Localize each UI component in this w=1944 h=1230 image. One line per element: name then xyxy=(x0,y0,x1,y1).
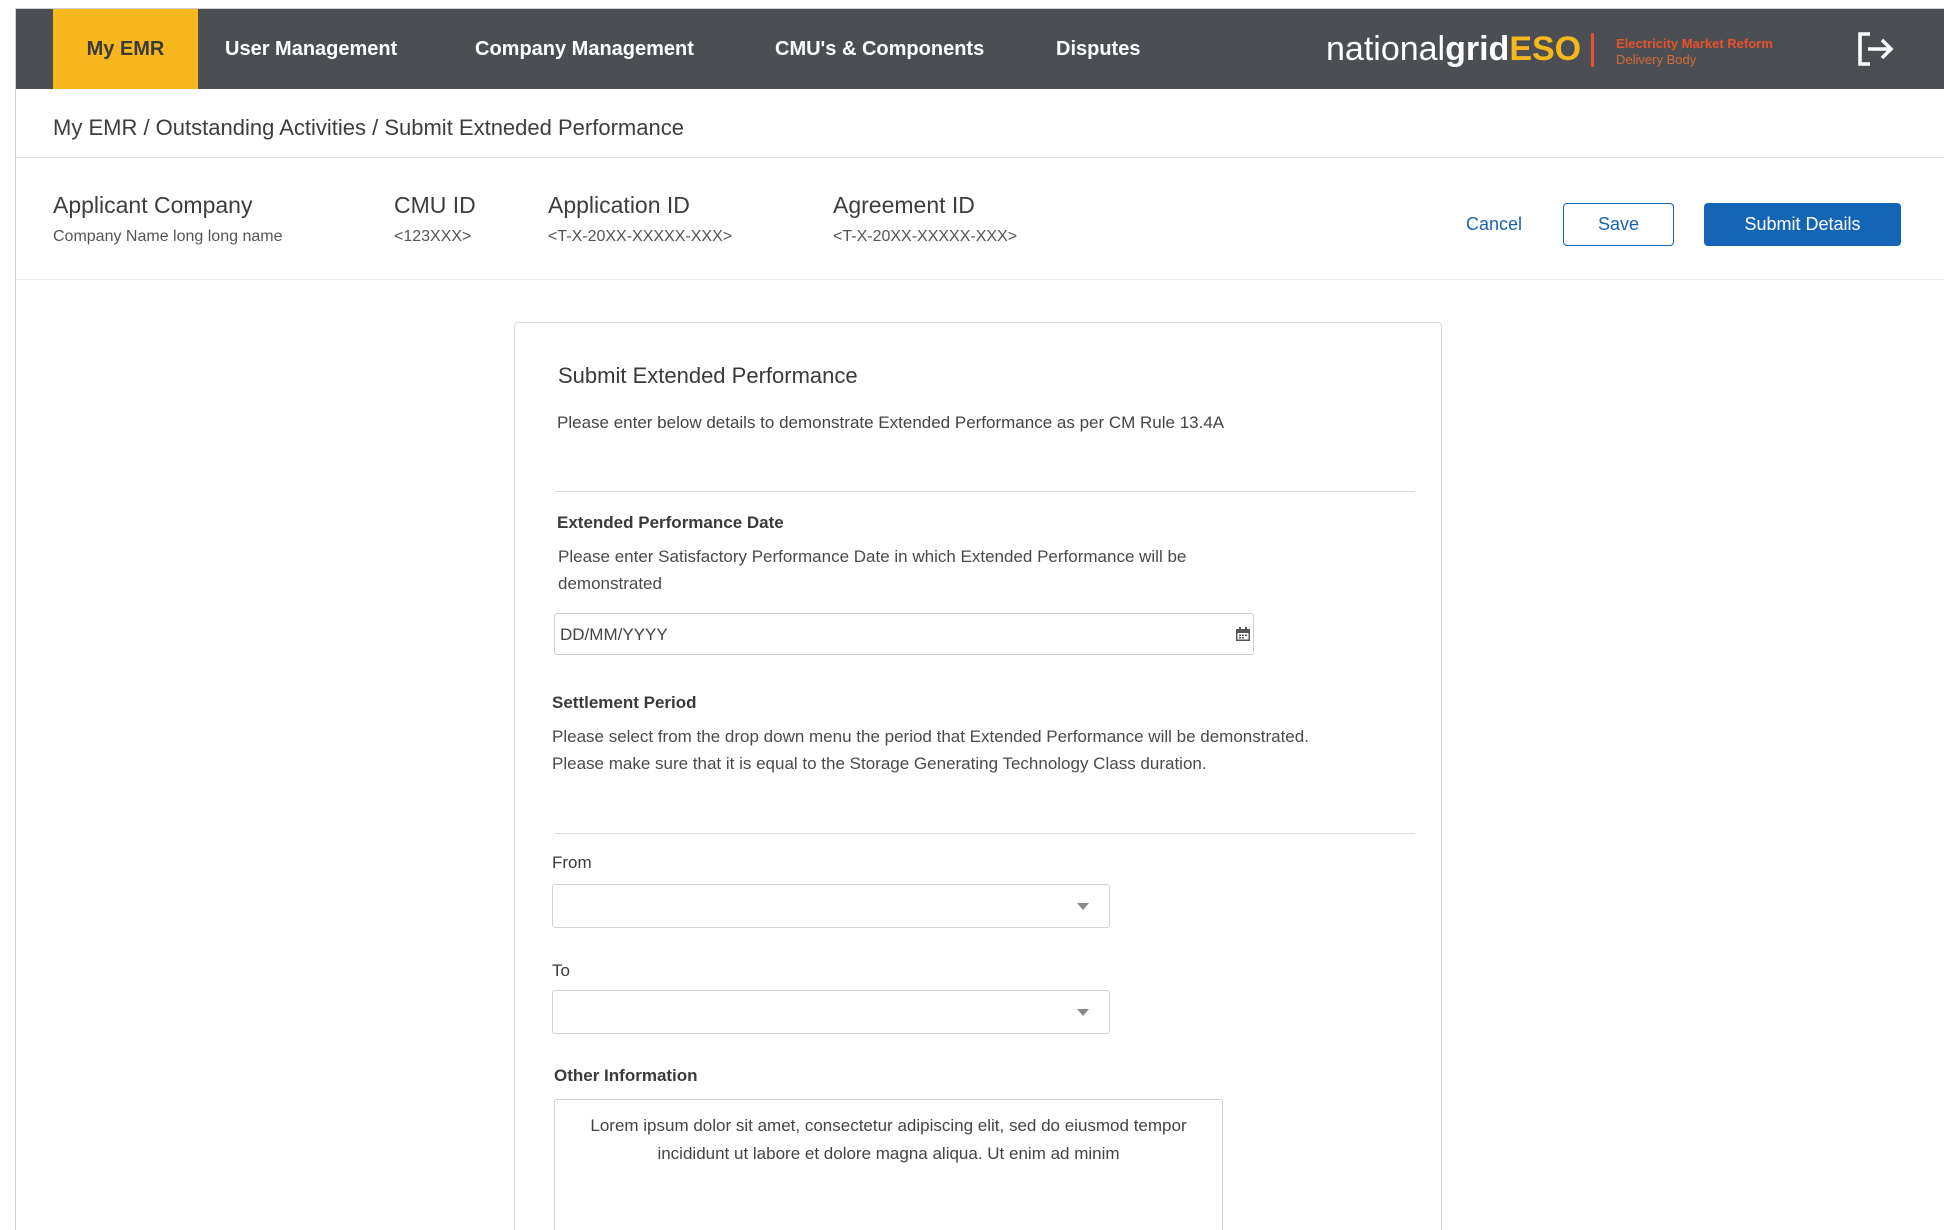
breadcrumb[interactable]: My EMR / Outstanding Activities / Submit… xyxy=(53,115,684,141)
logo-subtitle-line2: Delivery Body xyxy=(1616,52,1697,67)
form-title: Submit Extended Performance xyxy=(558,363,858,388)
from-label: From xyxy=(552,853,592,872)
header-divider xyxy=(16,279,1944,280)
form-divider-1 xyxy=(555,491,1415,492)
nav-item-user-management[interactable]: User Management xyxy=(225,9,397,89)
calendar-icon[interactable] xyxy=(1235,626,1251,642)
to-select[interactable] xyxy=(552,990,1110,1034)
cmu-id-value: <123XXX> xyxy=(394,228,472,245)
national-grid-eso-logo: nationalgridESO xyxy=(1326,9,1581,89)
agreement-id-label: Agreement ID xyxy=(833,192,975,218)
cmu-id-label: CMU ID xyxy=(394,192,476,218)
logo-divider xyxy=(1591,33,1594,67)
settlement-period-title: Settlement Period xyxy=(552,693,697,712)
to-label: To xyxy=(552,961,570,980)
extended-performance-date-title: Extended Performance Date xyxy=(557,513,784,532)
chevron-down-icon xyxy=(1077,1009,1089,1016)
logo-subtitle: Electricity Market Reform Delivery Body xyxy=(1616,36,1773,68)
applicant-company-label: Applicant Company xyxy=(53,192,253,218)
app-frame: My EMR User Management Company Managemen… xyxy=(0,0,1944,1230)
from-select[interactable] xyxy=(552,884,1110,928)
other-information-textarea[interactable]: Lorem ipsum dolor sit amet, consectetur … xyxy=(554,1099,1223,1230)
form-intro: Please enter below details to demonstrat… xyxy=(557,413,1225,432)
cancel-link[interactable]: Cancel xyxy=(1466,214,1522,235)
logout-icon[interactable] xyxy=(1854,29,1898,69)
application-id-value: <T-X-20XX-XXXXX-XXX> xyxy=(548,228,733,245)
nav-item-disputes[interactable]: Disputes xyxy=(1056,9,1140,89)
applicant-company-value: Company Name long long name xyxy=(53,228,283,245)
logo-text-national: national xyxy=(1326,30,1446,68)
chevron-down-icon xyxy=(1077,903,1089,910)
other-information-label: Other Information xyxy=(554,1066,698,1085)
extended-performance-date-description: Please enter Satisfactory Performance Da… xyxy=(558,547,1187,593)
top-navbar: My EMR User Management Company Managemen… xyxy=(16,9,1944,89)
date-placeholder: DD/MM/YYYY xyxy=(560,625,668,644)
nav-item-company-management[interactable]: Company Management xyxy=(475,9,694,89)
agreement-id-value: <T-X-20XX-XXXXX-XXX> xyxy=(833,228,1018,245)
submit-details-button[interactable]: Submit Details xyxy=(1704,203,1901,246)
settlement-period-description: Please select from the drop down menu th… xyxy=(552,727,1309,773)
extended-performance-date-input[interactable]: DD/MM/YYYY xyxy=(554,613,1254,655)
logo-subtitle-line1: Electricity Market Reform xyxy=(1616,36,1773,51)
submit-extended-performance-card: Submit Extended Performance Please enter… xyxy=(514,322,1442,1230)
logo-text-eso: ESO xyxy=(1509,30,1582,68)
nav-item-cmus-components[interactable]: CMU's & Components xyxy=(775,9,984,89)
page: My EMR User Management Company Managemen… xyxy=(15,8,1944,1230)
save-button[interactable]: Save xyxy=(1563,203,1674,246)
form-divider-2 xyxy=(555,833,1415,834)
logo-text-grid: grid xyxy=(1445,30,1510,68)
nav-item-my-emr[interactable]: My EMR xyxy=(53,9,198,89)
application-id-label: Application ID xyxy=(548,192,690,218)
breadcrumb-divider xyxy=(16,157,1944,158)
